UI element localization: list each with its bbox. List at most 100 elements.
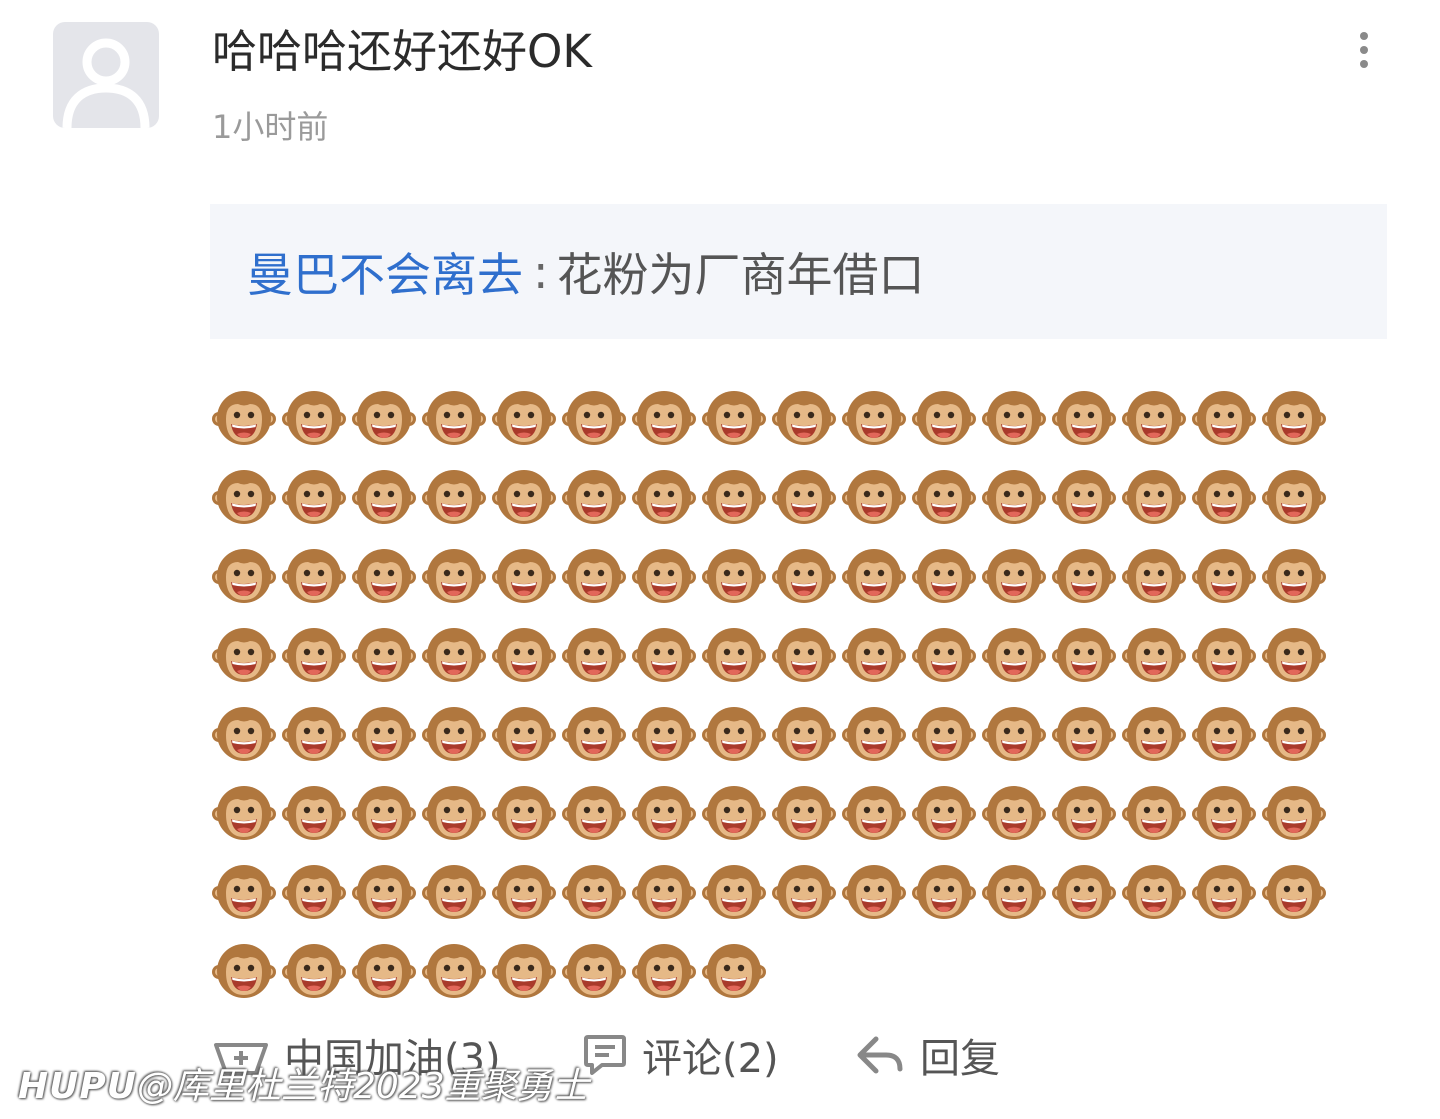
monkey-face-icon <box>492 939 556 1003</box>
monkey-face-icon <box>842 860 906 924</box>
monkey-face-icon <box>1192 465 1256 529</box>
monkey-face-icon <box>632 623 696 687</box>
monkey-face-icon <box>702 623 766 687</box>
monkey-face-icon <box>772 544 836 608</box>
monkey-face-icon <box>982 623 1046 687</box>
monkey-face-icon <box>212 860 276 924</box>
monkey-face-icon <box>282 860 346 924</box>
monkey-face-icon <box>492 860 556 924</box>
watermark: HUPU@库里杜兰特2023重聚勇士 <box>18 1062 589 1112</box>
monkey-face-icon <box>352 623 416 687</box>
monkey-face-icon <box>352 386 416 450</box>
comment-button[interactable]: 评论(2) <box>582 1024 779 1086</box>
monkey-face-icon <box>702 860 766 924</box>
monkey-face-icon <box>772 386 836 450</box>
monkey-face-icon <box>352 544 416 608</box>
monkey-face-icon <box>422 544 486 608</box>
user-silhouette-icon <box>62 38 150 128</box>
monkey-face-icon <box>1262 623 1326 687</box>
monkey-face-icon <box>1122 623 1186 687</box>
monkey-face-icon <box>492 544 556 608</box>
monkey-face-icon <box>492 702 556 766</box>
monkey-face-icon <box>212 939 276 1003</box>
monkey-face-icon <box>702 386 766 450</box>
monkey-face-icon <box>982 386 1046 450</box>
monkey-face-icon <box>772 623 836 687</box>
monkey-face-icon <box>282 544 346 608</box>
monkey-face-icon <box>422 781 486 845</box>
monkey-face-icon <box>1122 702 1186 766</box>
more-options-icon[interactable] <box>1344 24 1384 76</box>
monkey-face-icon <box>562 702 626 766</box>
monkey-face-icon <box>282 623 346 687</box>
monkey-face-icon <box>632 465 696 529</box>
monkey-face-icon <box>352 781 416 845</box>
monkey-face-icon <box>1122 860 1186 924</box>
monkey-face-icon <box>1262 386 1326 450</box>
monkey-face-icon <box>562 386 626 450</box>
monkey-face-icon <box>422 860 486 924</box>
monkey-face-icon <box>1122 781 1186 845</box>
monkey-face-icon <box>1192 386 1256 450</box>
monkey-face-icon <box>842 702 906 766</box>
monkey-face-icon <box>702 781 766 845</box>
monkey-face-icon <box>422 465 486 529</box>
monkey-face-icon <box>212 544 276 608</box>
monkey-face-icon <box>842 781 906 845</box>
monkey-face-icon <box>422 702 486 766</box>
monkey-face-icon <box>912 781 976 845</box>
reply-button[interactable]: 回复 <box>856 1024 1000 1086</box>
monkey-face-icon <box>632 781 696 845</box>
monkey-face-icon <box>842 465 906 529</box>
monkey-face-icon <box>352 860 416 924</box>
monkey-face-icon <box>352 939 416 1003</box>
monkey-face-icon <box>212 386 276 450</box>
monkey-face-icon <box>1192 623 1256 687</box>
monkey-face-icon <box>912 860 976 924</box>
monkey-face-icon <box>772 465 836 529</box>
quoted-reply[interactable]: 曼巴不会离去 : 花粉为厂商年借口 <box>210 204 1387 339</box>
monkey-face-icon <box>282 386 346 450</box>
monkey-face-icon <box>1052 544 1116 608</box>
monkey-face-icon <box>1262 860 1326 924</box>
monkey-face-icon <box>772 781 836 845</box>
monkey-face-icon <box>422 939 486 1003</box>
monkey-face-icon <box>492 623 556 687</box>
monkey-face-icon <box>772 702 836 766</box>
monkey-face-icon <box>212 623 276 687</box>
monkey-face-icon <box>1052 702 1116 766</box>
quote-text: 花粉为厂商年借口 <box>556 247 925 302</box>
monkey-face-icon <box>562 939 626 1003</box>
watermark-text: @库里杜兰特2023重聚勇士 <box>136 1066 589 1107</box>
quote-separator: : <box>533 244 549 299</box>
comment-label: 评论(2) <box>642 1036 779 1082</box>
monkey-face-icon <box>632 860 696 924</box>
monkey-face-icon <box>1052 386 1116 450</box>
monkey-face-icon <box>492 465 556 529</box>
monkey-face-icon <box>1122 386 1186 450</box>
monkey-face-icon <box>562 781 626 845</box>
monkey-face-icon <box>492 781 556 845</box>
reply-arrow-icon <box>857 1036 903 1074</box>
username[interactable]: 哈哈哈还好还好OK <box>212 22 592 82</box>
monkey-face-icon <box>702 939 766 1003</box>
monkey-face-icon <box>562 860 626 924</box>
monkey-face-icon <box>562 623 626 687</box>
monkey-face-icon <box>912 544 976 608</box>
monkey-face-icon <box>912 623 976 687</box>
monkey-face-icon <box>982 860 1046 924</box>
monkey-face-icon <box>912 702 976 766</box>
monkey-face-icon <box>422 623 486 687</box>
monkey-face-icon <box>702 544 766 608</box>
quote-author-link[interactable]: 曼巴不会离去 <box>247 239 523 305</box>
monkey-face-icon <box>212 702 276 766</box>
monkey-face-icon <box>282 702 346 766</box>
monkey-face-icon <box>282 781 346 845</box>
monkey-face-icon <box>982 544 1046 608</box>
monkey-face-icon <box>1052 623 1116 687</box>
avatar[interactable] <box>53 22 159 128</box>
monkey-face-icon <box>982 781 1046 845</box>
monkey-face-icon <box>632 939 696 1003</box>
reply-label: 回复 <box>920 1036 1000 1082</box>
monkey-face-icon <box>842 386 906 450</box>
